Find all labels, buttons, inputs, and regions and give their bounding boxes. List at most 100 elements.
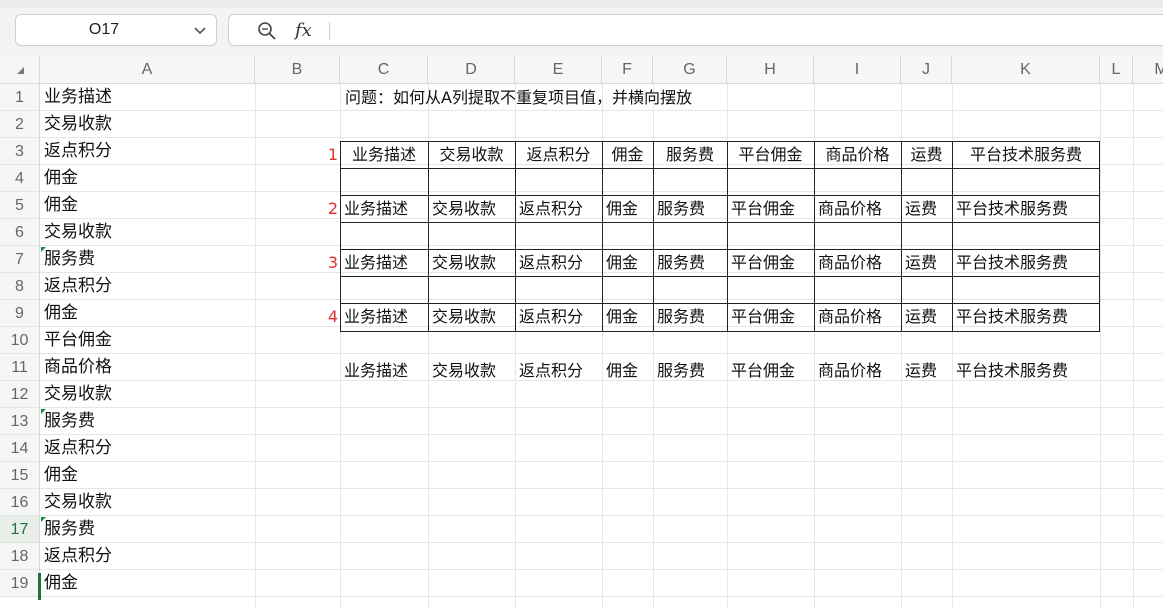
column-header-a[interactable]: A [40,56,255,84]
name-box-value[interactable]: O17 [16,15,192,45]
table-header-cell[interactable]: 交易收款 [428,141,515,168]
chevron-down-icon[interactable] [192,22,208,38]
table-result-cell[interactable]: 商品价格 [814,303,901,330]
cell-a4[interactable]: 佣金 [44,165,78,192]
table-result-cell[interactable]: 交易收款 [428,249,515,276]
column-header-b[interactable]: B [255,56,340,84]
column-header-e[interactable]: E [515,56,602,84]
cell-a16[interactable]: 交易收款 [44,489,112,516]
row-header-10[interactable]: 10 [0,327,40,354]
table-result-cell[interactable]: 佣金 [602,303,653,330]
row-header-16[interactable]: 16 [0,489,40,516]
row-header-17[interactable]: 17 [0,516,40,543]
row-header-1[interactable]: 1 [0,84,40,111]
cell-a6[interactable]: 交易收款 [44,219,112,246]
table-header-cell[interactable]: 平台佣金 [727,141,814,168]
table-result-cell[interactable]: 运费 [901,249,952,276]
cell-a13[interactable]: 服务费 [44,408,95,435]
row-header-11[interactable]: 11 [0,354,40,381]
table-result-cell[interactable]: 平台佣金 [727,195,814,222]
table-result-cell[interactable]: 业务描述 [340,195,428,222]
cell-a3[interactable]: 返点积分 [44,138,112,165]
table-result-cell[interactable]: 服务费 [653,357,727,384]
column-header-d[interactable]: D [428,56,515,84]
cell-a19[interactable]: 佣金 [44,570,78,597]
table-header-cell[interactable]: 佣金 [602,141,653,168]
column-header-c[interactable]: C [340,56,428,84]
table-result-cell[interactable]: 平台技术服务费 [952,249,1100,276]
table-result-cell[interactable]: 平台佣金 [727,249,814,276]
cell-a15[interactable]: 佣金 [44,462,78,489]
table-header-cell[interactable]: 返点积分 [515,141,602,168]
table-header-cell[interactable]: 平台技术服务费 [952,141,1100,168]
question-cell[interactable]: 问题：如何从A列提取不重复项目值，并横向摆放 [345,84,692,111]
table-result-cell[interactable]: 运费 [901,357,952,384]
table-result-cell[interactable]: 平台佣金 [727,357,814,384]
row-header-7[interactable]: 7 [0,246,40,273]
table-result-cell[interactable]: 业务描述 [340,303,428,330]
row-header-14[interactable]: 14 [0,435,40,462]
table-result-cell[interactable]: 返点积分 [515,303,602,330]
column-header-h[interactable]: H [727,56,814,84]
table-result-cell[interactable]: 平台技术服务费 [952,357,1100,384]
table-header-cell[interactable]: 商品价格 [814,141,901,168]
table-result-cell[interactable]: 平台技术服务费 [952,195,1100,222]
table-header-cell[interactable]: 运费 [901,141,952,168]
cell-a12[interactable]: 交易收款 [44,381,112,408]
cell-a17[interactable]: 服务费 [44,516,95,543]
row-header-18[interactable]: 18 [0,543,40,570]
table-result-cell[interactable]: 服务费 [653,303,727,330]
row-header-9[interactable]: 9 [0,300,40,327]
zoom-icon[interactable] [257,21,277,41]
cell-a1[interactable]: 业务描述 [44,84,112,111]
row-header-19[interactable]: 19 [0,570,40,597]
column-header-m[interactable]: M [1133,56,1163,84]
formula-bar[interactable]: fx [228,14,1163,46]
table-result-cell[interactable]: 佣金 [602,195,653,222]
fx-icon[interactable]: fx [295,17,312,45]
table-result-cell[interactable]: 佣金 [602,249,653,276]
table-result-cell[interactable]: 平台技术服务费 [952,303,1100,330]
cell-a2[interactable]: 交易收款 [44,111,112,138]
row-header-6[interactable]: 6 [0,219,40,246]
table-header-cell[interactable]: 业务描述 [340,141,428,168]
column-header-f[interactable]: F [602,56,653,84]
table-result-cell[interactable]: 服务费 [653,249,727,276]
row-header-12[interactable]: 12 [0,381,40,408]
spreadsheet-grid[interactable]: A B C D E F G H I J K L M 1 2 3 4 5 6 7 8 9 10 11 12 13 14 15 16 17 18… [0,56,1163,608]
table-result-cell[interactable]: 运费 [901,195,952,222]
table-header-cell[interactable]: 服务费 [653,141,727,168]
cell-a10[interactable]: 平台佣金 [44,327,112,354]
table-result-cell[interactable]: 商品价格 [814,357,901,384]
cell-a18[interactable]: 返点积分 [44,543,112,570]
select-all-corner[interactable] [0,56,40,84]
name-box[interactable]: O17 [15,14,217,46]
table-result-cell[interactable]: 返点积分 [515,249,602,276]
column-header-l[interactable]: L [1100,56,1133,84]
table-result-cell[interactable]: 运费 [901,303,952,330]
table-result-cell[interactable]: 服务费 [653,195,727,222]
cell-a11[interactable]: 商品价格 [44,354,112,381]
row-header-3[interactable]: 3 [0,138,40,165]
table-result-cell[interactable]: 商品价格 [814,195,901,222]
table-result-cell[interactable]: 平台佣金 [727,303,814,330]
table-result-cell[interactable]: 商品价格 [814,249,901,276]
cell-a8[interactable]: 返点积分 [44,273,112,300]
column-header-j[interactable]: J [901,56,952,84]
cell-a5[interactable]: 佣金 [44,192,78,219]
result-table[interactable]: 业务描述 交易收款 返点积分 佣金 服务费 平台佣金 商品价格 运费 平台技术服务费 业务描述 交易… [340,141,1100,380]
cell-a7[interactable]: 服务费 [44,246,95,273]
table-result-cell[interactable]: 业务描述 [340,357,428,384]
table-result-cell[interactable]: 交易收款 [428,357,515,384]
cell-a9[interactable]: 佣金 [44,300,78,327]
row-header-2[interactable]: 2 [0,111,40,138]
cell-a14[interactable]: 返点积分 [44,435,112,462]
row-header-8[interactable]: 8 [0,273,40,300]
row-header-5[interactable]: 5 [0,192,40,219]
column-header-k[interactable]: K [952,56,1100,84]
row-header-15[interactable]: 15 [0,462,40,489]
row-header-4[interactable]: 4 [0,165,40,192]
column-header-i[interactable]: I [814,56,901,84]
table-result-cell[interactable]: 交易收款 [428,195,515,222]
table-result-cell[interactable]: 佣金 [602,357,653,384]
